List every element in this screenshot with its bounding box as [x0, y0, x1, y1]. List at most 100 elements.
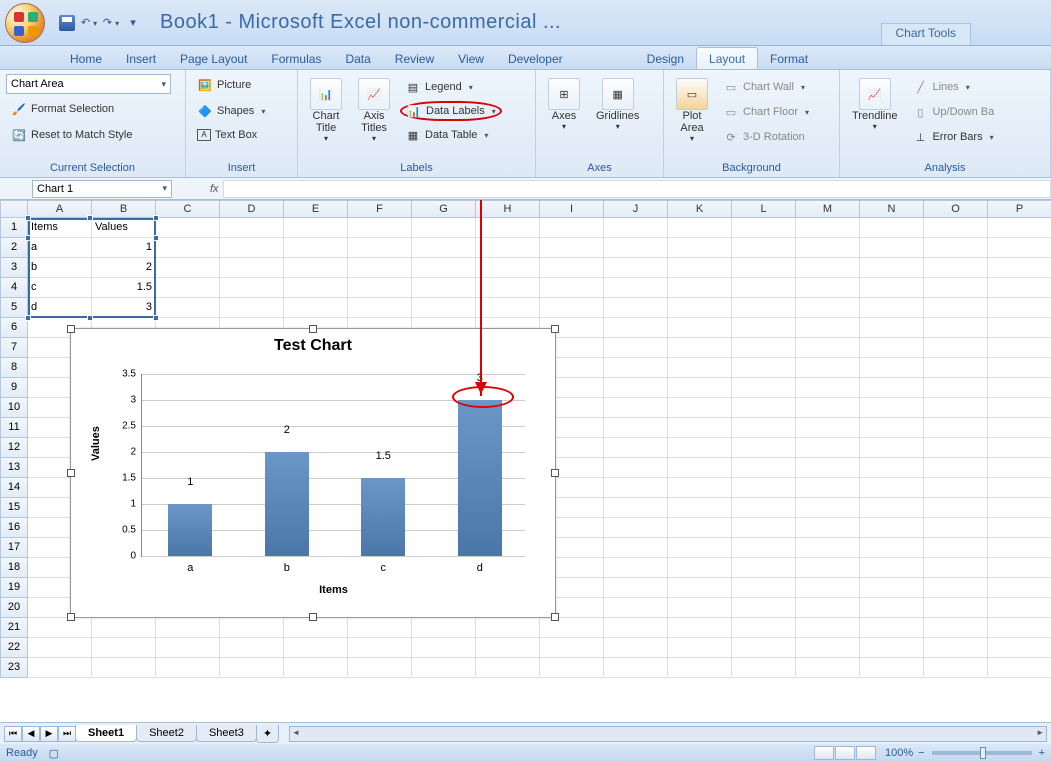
row-header[interactable]: 10: [0, 398, 28, 418]
cell[interactable]: [540, 278, 604, 298]
cell[interactable]: [604, 658, 668, 678]
cell[interactable]: [732, 378, 796, 398]
cell[interactable]: [92, 638, 156, 658]
cell[interactable]: [796, 518, 860, 538]
chart-data-label[interactable]: 1.5: [361, 450, 405, 462]
formula-input[interactable]: [223, 180, 1051, 198]
qat-customize[interactable]: ▾: [124, 14, 142, 32]
cell[interactable]: [412, 278, 476, 298]
cell[interactable]: [732, 518, 796, 538]
cell[interactable]: d: [28, 298, 92, 318]
cell[interactable]: [476, 298, 540, 318]
cell[interactable]: [348, 218, 412, 238]
column-header[interactable]: C: [156, 200, 220, 218]
cell[interactable]: [732, 238, 796, 258]
cell[interactable]: [988, 538, 1051, 558]
cell[interactable]: [924, 438, 988, 458]
cell[interactable]: [668, 578, 732, 598]
cell[interactable]: [860, 498, 924, 518]
chart-bar[interactable]: [361, 478, 405, 556]
cell[interactable]: [668, 358, 732, 378]
cell[interactable]: [732, 498, 796, 518]
cell[interactable]: [796, 458, 860, 478]
cell[interactable]: [540, 238, 604, 258]
cell[interactable]: [924, 298, 988, 318]
chart-element-selector[interactable]: Chart Area: [6, 74, 171, 94]
cell[interactable]: [796, 338, 860, 358]
tab-design[interactable]: Design: [635, 48, 696, 69]
cell[interactable]: [284, 658, 348, 678]
cell[interactable]: [156, 258, 220, 278]
cell[interactable]: [860, 618, 924, 638]
column-header[interactable]: K: [668, 200, 732, 218]
cell[interactable]: [348, 278, 412, 298]
cell[interactable]: [860, 658, 924, 678]
row-header[interactable]: 1: [0, 218, 28, 238]
column-header[interactable]: L: [732, 200, 796, 218]
cell[interactable]: [476, 278, 540, 298]
cell[interactable]: [220, 298, 284, 318]
cell[interactable]: [668, 238, 732, 258]
cell[interactable]: [412, 658, 476, 678]
row-header[interactable]: 3: [0, 258, 28, 278]
column-header[interactable]: E: [284, 200, 348, 218]
cell[interactable]: [732, 398, 796, 418]
cell[interactable]: [732, 318, 796, 338]
format-selection-button[interactable]: 🖌️Format Selection: [6, 98, 179, 120]
selection-handle[interactable]: [25, 235, 31, 241]
chart-resize-handle[interactable]: [309, 325, 317, 333]
cell[interactable]: [860, 278, 924, 298]
cell[interactable]: [604, 318, 668, 338]
column-header[interactable]: M: [796, 200, 860, 218]
cell[interactable]: [796, 638, 860, 658]
column-header[interactable]: A: [28, 200, 92, 218]
cell[interactable]: [412, 258, 476, 278]
cell[interactable]: [540, 218, 604, 238]
cell[interactable]: [924, 458, 988, 478]
row-headers[interactable]: 1234567891011121314151617181920212223: [0, 218, 28, 678]
tab-data[interactable]: Data: [333, 48, 382, 69]
selection-handle[interactable]: [25, 215, 31, 221]
cell[interactable]: [860, 578, 924, 598]
row-header[interactable]: 5: [0, 298, 28, 318]
cell[interactable]: [604, 378, 668, 398]
cell[interactable]: 1.5: [92, 278, 156, 298]
horizontal-scrollbar[interactable]: [289, 726, 1047, 742]
tab-insert[interactable]: Insert: [114, 48, 168, 69]
cell[interactable]: [796, 398, 860, 418]
cell[interactable]: [220, 258, 284, 278]
cell[interactable]: [220, 638, 284, 658]
cell[interactable]: [348, 258, 412, 278]
row-header[interactable]: 17: [0, 538, 28, 558]
cell[interactable]: [988, 258, 1051, 278]
cell[interactable]: [860, 258, 924, 278]
cell[interactable]: [732, 358, 796, 378]
row-header[interactable]: 12: [0, 438, 28, 458]
cell[interactable]: [540, 618, 604, 638]
cell[interactable]: [668, 498, 732, 518]
cell[interactable]: [284, 258, 348, 278]
cell[interactable]: [988, 658, 1051, 678]
cell[interactable]: [988, 438, 1051, 458]
data-table-button[interactable]: ▦Data Table: [400, 124, 502, 146]
cell[interactable]: [540, 638, 604, 658]
cell[interactable]: [860, 298, 924, 318]
cell[interactable]: [668, 318, 732, 338]
row-header[interactable]: 2: [0, 238, 28, 258]
cell[interactable]: [604, 538, 668, 558]
cell[interactable]: [604, 478, 668, 498]
cell[interactable]: [924, 518, 988, 538]
office-button[interactable]: [0, 0, 50, 46]
cell[interactable]: [732, 298, 796, 318]
cell[interactable]: [412, 618, 476, 638]
cell[interactable]: [668, 398, 732, 418]
column-header[interactable]: N: [860, 200, 924, 218]
cell[interactable]: [988, 338, 1051, 358]
cell[interactable]: [860, 218, 924, 238]
cell[interactable]: [924, 338, 988, 358]
cell[interactable]: [924, 278, 988, 298]
cell[interactable]: [732, 658, 796, 678]
cell[interactable]: Values: [92, 218, 156, 238]
cell[interactable]: [412, 638, 476, 658]
chart-bar[interactable]: [168, 504, 212, 556]
